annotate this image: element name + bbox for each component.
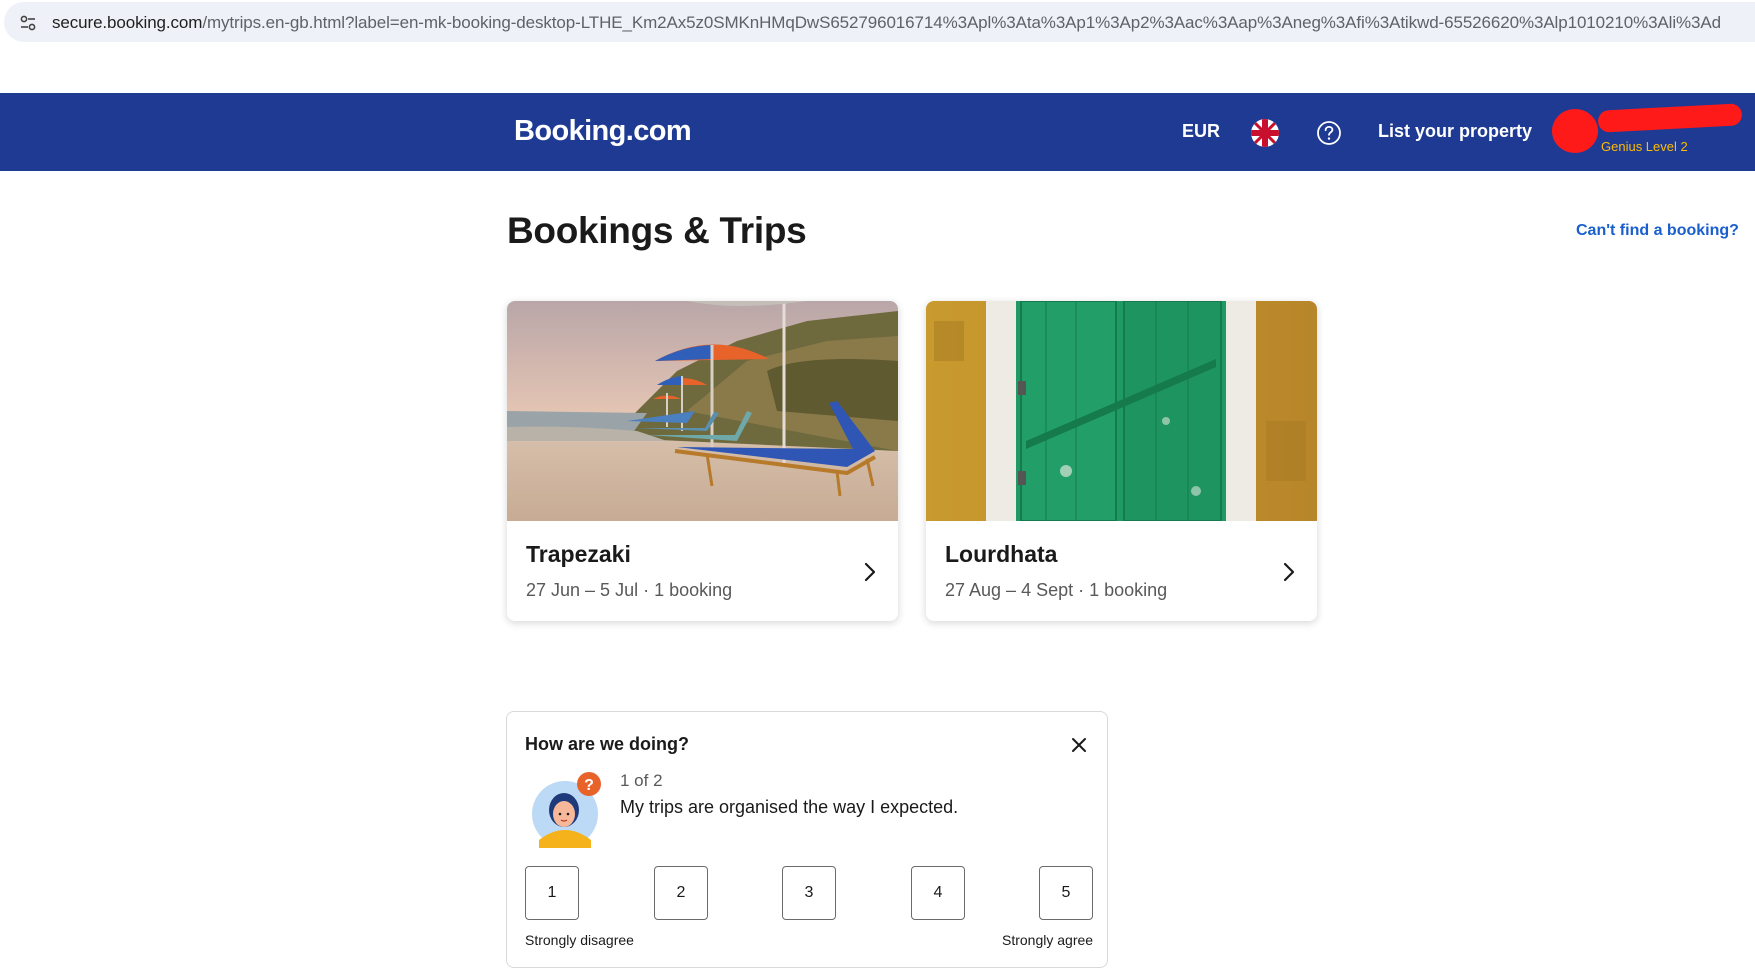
booking-logo[interactable]: Booking.com <box>514 115 692 148</box>
chevron-right-icon <box>1283 562 1295 582</box>
url-field[interactable]: secure.booking.com/mytrips.en-gb.html?la… <box>4 2 1755 42</box>
genius-level-label: Genius Level 2 <box>1601 139 1688 154</box>
scale-high-label: Strongly agree <box>1002 932 1094 948</box>
browser-address-bar: secure.booking.com/mytrips.en-gb.html?la… <box>0 0 1755 44</box>
question-circle-icon[interactable] <box>1316 120 1342 146</box>
survey-person-illustration: ? <box>532 772 601 848</box>
cant-find-booking-link[interactable]: Can't find a booking? <box>1576 222 1739 240</box>
rating-button-2[interactable]: 2 <box>654 866 708 920</box>
uk-flag-icon[interactable] <box>1251 119 1279 147</box>
feedback-survey: How are we doing? ? 1 of 2 My trips are … <box>506 711 1108 968</box>
survey-title: How are we doing? <box>525 734 690 754</box>
avatar[interactable] <box>1552 109 1598 153</box>
trip-card-trapezaki[interactable]: Trapezaki 27 Jun – 5 Jul · 1 booking <box>507 301 898 621</box>
rating-button-3[interactable]: 3 <box>782 866 836 920</box>
site-settings-icon[interactable] <box>18 13 38 33</box>
site-header: Booking.com EUR List your property Geniu… <box>0 93 1755 171</box>
trip-card-lourdhata[interactable]: Lourdhata 27 Aug – 4 Sept · 1 booking <box>926 301 1317 621</box>
page-title: Bookings & Trips <box>507 210 807 251</box>
survey-question: My trips are organised the way I expecte… <box>620 797 959 817</box>
user-name-redacted[interactable] <box>1597 103 1743 133</box>
url-host: secure.booking.com <box>52 13 203 32</box>
url-path: /mytrips.en-gb.html?label=en-mk-booking-… <box>202 13 1721 32</box>
trip-name: Trapezaki <box>526 541 631 567</box>
currency-button[interactable]: EUR <box>1182 121 1220 142</box>
rating-button-5[interactable]: 5 <box>1039 866 1093 920</box>
trip-details: 27 Aug – 4 Sept · 1 booking <box>945 580 1168 600</box>
green-door-photo <box>926 301 1317 521</box>
list-your-property-link[interactable]: List your property <box>1378 121 1532 142</box>
trip-name: Lourdhata <box>945 541 1058 567</box>
scale-low-label: Strongly disagree <box>525 932 634 948</box>
survey-progress: 1 of 2 <box>620 771 663 790</box>
rating-button-1[interactable]: 1 <box>525 866 579 920</box>
trip-details: 27 Jun – 5 Jul · 1 booking <box>526 580 733 600</box>
chevron-right-icon <box>864 562 876 582</box>
url-text[interactable]: secure.booking.com/mytrips.en-gb.html?la… <box>52 13 1721 33</box>
svg-text:?: ? <box>584 777 594 794</box>
close-icon[interactable] <box>1069 735 1089 755</box>
rating-button-4[interactable]: 4 <box>911 866 965 920</box>
beach-photo <box>507 301 898 521</box>
